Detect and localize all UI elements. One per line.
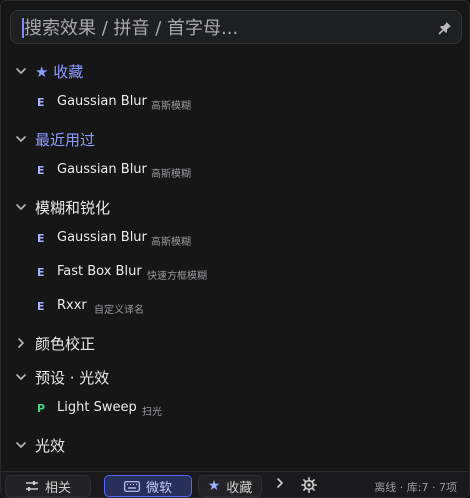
list-item[interactable]: E Gaussian Blur 高斯模糊 [1, 159, 469, 185]
group-recent[interactable]: 最近用过 [1, 125, 469, 153]
favorites-label: 收藏 [226, 480, 253, 496]
item-name: Light Sweep [57, 400, 137, 415]
star-icon: ★ [207, 478, 221, 494]
effect-badge: E [37, 266, 45, 279]
group-light[interactable]: 光效 [1, 431, 469, 459]
group-color-correction[interactable]: 颜色校正 [1, 329, 469, 357]
item-alias: 扫光 [142, 407, 162, 418]
status-text: 离线 · 库:7 · 7项 [374, 481, 457, 494]
effect-badge: E [37, 300, 45, 313]
chevron-down-icon [16, 68, 26, 74]
group-label: ★ 收藏 [35, 63, 84, 81]
footer-bar: 相关 微软 ★ 收藏 离线 · 库:7 · 7项 [1, 471, 469, 497]
group-label: 预设 · 光效 [35, 369, 110, 387]
favorites-button[interactable]: ★ 收藏 [198, 475, 262, 497]
sliders-icon [25, 481, 38, 491]
ime-toggle-button[interactable]: 微软 [104, 475, 192, 497]
keyboard-icon [124, 480, 140, 492]
chevron-right-icon[interactable] [275, 476, 285, 494]
item-alias: 快速方框模糊 [147, 271, 207, 282]
effect-badge: E [37, 164, 45, 177]
list-item[interactable]: E Fast Box Blur 快速方框模糊 [1, 261, 469, 287]
group-label: 最近用过 [35, 131, 96, 149]
group-label: 光效 [35, 437, 66, 455]
item-name: Rxxr [57, 298, 87, 313]
effect-badge: E [37, 96, 45, 109]
search-box[interactable] [10, 10, 462, 44]
chevron-down-icon [16, 442, 26, 448]
item-alias: 高斯模糊 [151, 169, 191, 180]
chevron-right-icon [18, 338, 24, 348]
search-input[interactable] [24, 15, 424, 41]
gear-icon[interactable] [301, 477, 317, 497]
list-item[interactable]: E Rxxr 自定义译名 [1, 295, 469, 321]
chevron-down-icon [16, 374, 26, 380]
ime-label: 微软 [145, 480, 172, 496]
preset-badge: P [37, 402, 46, 415]
item-name: Gaussian Blur [57, 230, 147, 245]
related-button[interactable]: 相关 [5, 475, 91, 497]
group-favorites[interactable]: ★ 收藏 [1, 57, 469, 85]
chevron-down-icon [16, 136, 26, 142]
item-name: Gaussian Blur [57, 94, 147, 109]
effect-badge: E [37, 232, 45, 245]
group-label: 颜色校正 [35, 335, 96, 353]
item-alias: 高斯模糊 [151, 101, 191, 112]
item-name: Gaussian Blur [57, 162, 147, 177]
related-label: 相关 [44, 480, 71, 496]
item-alias: 自定义译名 [94, 305, 144, 316]
group-presets-light[interactable]: 预设 · 光效 [1, 363, 469, 391]
list-item[interactable]: P Light Sweep 扫光 [1, 397, 469, 423]
effects-panel: ★ 收藏 E Gaussian Blur 高斯模糊 最近用过 E Gaussia… [0, 0, 470, 498]
item-name: Fast Box Blur [57, 264, 142, 279]
group-blur-sharpen[interactable]: 模糊和锐化 [1, 193, 469, 221]
list-item[interactable]: E Gaussian Blur 高斯模糊 [1, 227, 469, 253]
item-alias: 高斯模糊 [151, 237, 191, 248]
list-item[interactable]: E Gaussian Blur 高斯模糊 [1, 91, 469, 117]
pin-icon[interactable] [435, 18, 455, 38]
group-label: 模糊和锐化 [35, 199, 111, 217]
chevron-down-icon [16, 204, 26, 210]
